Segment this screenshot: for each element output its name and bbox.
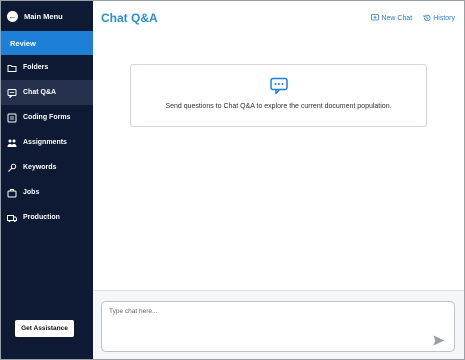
sidebar-item-keywords[interactable]: Keywords bbox=[1, 155, 93, 180]
history-icon bbox=[423, 14, 431, 22]
key-icon bbox=[7, 163, 17, 173]
header-actions: New Chat History bbox=[371, 14, 455, 22]
sidebar-item-label: Coding Forms bbox=[23, 114, 71, 121]
jobs-icon bbox=[7, 188, 17, 198]
sidebar-item-jobs[interactable]: Jobs bbox=[1, 180, 93, 205]
empty-state-card: Send questions to Chat Q&A to explore th… bbox=[130, 64, 427, 127]
sidebar-item-label: Keywords bbox=[23, 164, 57, 171]
sidebar-item-coding-forms[interactable]: Coding Forms bbox=[1, 105, 93, 130]
history-button[interactable]: History bbox=[423, 14, 455, 22]
assignments-icon bbox=[7, 138, 17, 148]
sidebar-item-production[interactable]: Production bbox=[1, 205, 93, 230]
section-review-label: Review bbox=[10, 38, 36, 48]
empty-state-message: Send questions to Chat Q&A to explore th… bbox=[165, 103, 392, 110]
section-review[interactable]: Review bbox=[1, 31, 93, 55]
sidebar-item-label: Assignments bbox=[23, 139, 67, 146]
main-menu-button[interactable]: ← Main Menu bbox=[1, 1, 93, 31]
folder-icon bbox=[7, 63, 17, 73]
main-menu-label: Main Menu bbox=[24, 11, 63, 21]
sidebar: ← Main Menu Review Folders Chat Q&A Codi… bbox=[1, 1, 93, 359]
new-chat-label: New Chat bbox=[381, 14, 413, 22]
coding-forms-icon bbox=[7, 113, 17, 123]
chat-bubble-icon bbox=[270, 77, 288, 95]
sidebar-item-label: Jobs bbox=[23, 189, 40, 196]
history-label: History bbox=[433, 14, 455, 22]
back-arrow-icon: ← bbox=[7, 10, 18, 22]
new-chat-button[interactable]: New Chat bbox=[371, 14, 412, 22]
new-chat-icon bbox=[371, 14, 380, 21]
sidebar-item-label: Production bbox=[23, 214, 60, 221]
get-assistance-button[interactable]: Get Assistance bbox=[15, 320, 74, 337]
main-content: Chat Q&A New Chat History Send questions… bbox=[93, 1, 464, 359]
composer-panel bbox=[93, 290, 464, 359]
sidebar-item-assignments[interactable]: Assignments bbox=[1, 130, 93, 155]
chat-icon bbox=[7, 88, 17, 98]
production-icon bbox=[7, 213, 17, 223]
sidebar-item-chat-qa[interactable]: Chat Q&A bbox=[1, 80, 93, 105]
sidebar-item-label: Folders bbox=[23, 64, 49, 71]
sidebar-item-folders[interactable]: Folders bbox=[1, 55, 93, 80]
chat-input[interactable] bbox=[101, 301, 455, 352]
send-icon[interactable] bbox=[433, 335, 445, 346]
page-title: Chat Q&A bbox=[101, 11, 158, 25]
sidebar-item-label: Chat Q&A bbox=[23, 89, 57, 96]
